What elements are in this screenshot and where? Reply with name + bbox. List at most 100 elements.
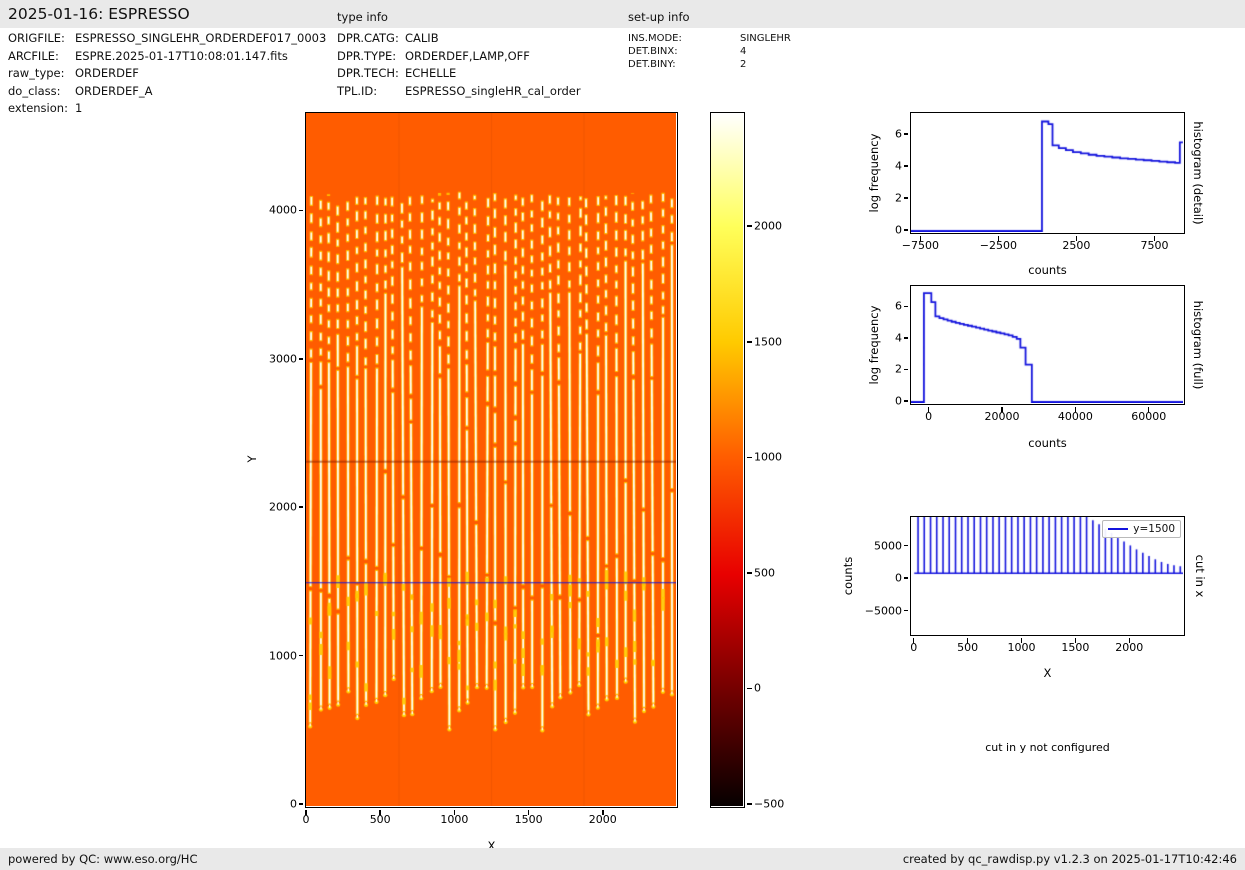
x-tick-label: 500: [957, 641, 979, 654]
info-value: ECHELLE: [405, 66, 457, 80]
x-tick-label: 1000: [1007, 641, 1036, 654]
y-tick-mark: [747, 687, 752, 690]
y-tick-label: 0: [290, 797, 297, 811]
info-label: extension:: [8, 101, 68, 115]
cut-x-label: X: [1043, 666, 1052, 680]
main-y-axis-label: Y: [245, 455, 259, 463]
legend: y=1500: [1102, 520, 1181, 538]
y-tick-mark: [298, 803, 303, 805]
y-tick-mark: [747, 456, 752, 459]
footer-powered-by: powered by QC: www.eso.org/HC: [8, 852, 198, 866]
info-row: TPL.ID: ESPRESSO_singleHR_cal_order: [337, 84, 581, 98]
x-tick-label: 2000: [588, 813, 617, 826]
y-tick-label: 500: [754, 566, 775, 580]
x-tick-label: 0: [925, 410, 933, 423]
info-value: 4: [740, 46, 747, 57]
x-tick-label: 0: [910, 641, 918, 654]
info-value: SINGLEHR: [740, 33, 791, 44]
info-row: DPR.CATG: CALIB: [337, 31, 439, 45]
x-tick-label: −2500: [979, 239, 1017, 252]
x-tick-label: 0: [302, 813, 310, 826]
x-tick-label: 40000: [1057, 410, 1093, 423]
type-info-heading: type info: [337, 10, 388, 24]
info-row: DET.BINX: 4: [628, 46, 746, 57]
y-tick-label: 2000: [754, 219, 782, 233]
footer-created-by: created by qc_rawdisp.py v1.2.3 on 2025-…: [902, 852, 1237, 866]
y-tick-mark: [298, 358, 303, 360]
info-value: 1: [75, 101, 83, 115]
info-row: DPR.TYPE: ORDERDEF,LAMP,OFF: [337, 49, 530, 63]
legend-label: y=1500: [1133, 523, 1175, 535]
info-value: ORDERDEF_A: [75, 83, 153, 98]
y-tick-label: 2000: [269, 500, 297, 514]
y-tick-mark: [903, 165, 908, 167]
info-label: DET.BINY:: [628, 59, 676, 70]
y-tick-label: 1500: [754, 335, 782, 349]
y-tick-label: 0: [754, 681, 761, 695]
info-label: ORIGFILE:: [8, 31, 65, 45]
raw-image-canvas: [306, 113, 676, 806]
colorbar-gradient: [711, 113, 743, 806]
y-tick-mark: [298, 654, 303, 657]
cut-in-y-note: cut in y not configured: [985, 741, 1110, 754]
x-tick-label: 2000: [1115, 641, 1144, 654]
info-label: TPL.ID:: [337, 83, 378, 98]
y-tick-mark: [747, 225, 752, 227]
hist-full-y-label: log frequency: [867, 305, 881, 385]
setup-info-heading: set-up info: [628, 10, 690, 24]
info-label: raw_type:: [8, 66, 65, 80]
y-tick-label: −500: [754, 797, 785, 811]
cut-in-x-plot: y=1500 0 500 1000 1500 2000 −5000 0 5000: [865, 516, 1185, 654]
x-tick-label: 60000: [1131, 410, 1167, 423]
info-row: INS.MODE: SINGLEHR: [628, 33, 791, 44]
hist-full-x-label: counts: [1028, 436, 1067, 450]
y-tick-mark: [747, 803, 752, 805]
y-tick-mark: [903, 197, 908, 199]
info-row: DPR.TECH: ECHELLE: [337, 66, 456, 80]
y-tick-mark: [747, 341, 752, 343]
legend-line-sample: [1108, 528, 1129, 530]
qc-rawdisp-page: 2025-01-16: ESPRESSO type info set-up in…: [0, 0, 1245, 870]
info-value: ORDERDEF: [75, 66, 139, 80]
y-tick-label: 6: [895, 127, 902, 141]
histogram-detail-plot: −7500 −2500 2500 7500 0 2 4 6: [895, 112, 1185, 252]
info-value: ESPRE.2025-01-17T10:08:01.147.fits: [75, 48, 288, 63]
info-label: ARCFILE:: [8, 48, 59, 63]
y-tick-mark: [903, 400, 908, 402]
x-tick-label: 7500: [1140, 239, 1169, 252]
y-tick-mark: [903, 577, 908, 579]
info-value: 2: [740, 59, 747, 70]
info-row: raw_type: ORDERDEF: [8, 66, 139, 80]
y-tick-label: 4: [895, 159, 902, 173]
info-label: DPR.CATG:: [337, 31, 399, 45]
raw-image-plot: 0 500 1000 1500 2000 0 1000 2000 3000 4000: [269, 112, 678, 826]
info-label: do_class:: [8, 83, 61, 98]
y-tick-mark: [903, 337, 908, 339]
info-row: extension: 1: [8, 101, 82, 115]
x-tick-label: 1000: [440, 813, 469, 826]
hist-detail-y-label: log frequency: [867, 133, 881, 213]
y-tick-mark: [903, 133, 908, 135]
y-tick-mark: [747, 572, 752, 574]
y-tick-label: 2: [895, 362, 902, 376]
y-tick-label: 5000: [874, 539, 902, 553]
info-value: CALIB: [405, 31, 439, 45]
y-tick-label: 4: [895, 331, 902, 345]
y-tick-mark: [298, 506, 303, 508]
info-value: ORDERDEF,LAMP,OFF: [405, 48, 530, 63]
info-label: DET.BINX:: [628, 46, 678, 57]
y-tick-mark: [903, 229, 908, 231]
x-tick-label: 20000: [984, 410, 1020, 423]
y-tick-mark: [903, 368, 908, 371]
y-tick-mark: [903, 544, 908, 547]
info-row: do_class: ORDERDEF_A: [8, 84, 153, 98]
y-tick-label: 4000: [269, 203, 297, 217]
cut-right-label: cut in x: [1193, 554, 1207, 598]
x-tick-label: −7500: [901, 239, 939, 252]
y-tick-label: 0: [895, 223, 902, 237]
y-tick-label: 0: [895, 394, 902, 408]
histogram-detail-canvas: [911, 113, 1183, 232]
y-tick-label: 3000: [269, 352, 297, 366]
cut-y-label: counts: [841, 556, 855, 596]
y-tick-label: 2: [895, 191, 902, 205]
